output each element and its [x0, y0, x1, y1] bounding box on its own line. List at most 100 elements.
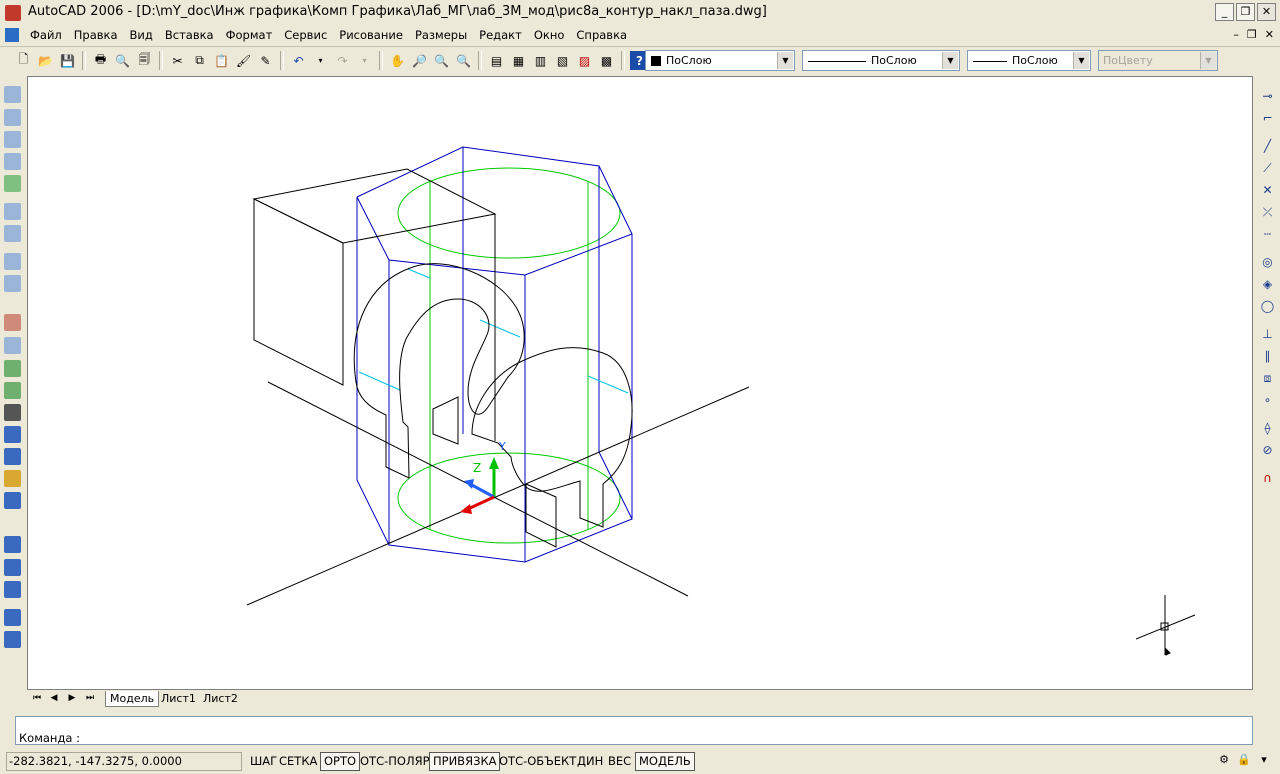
snap-perpendicular-icon[interactable]: ⊥ [1259, 326, 1276, 343]
design-center-icon[interactable]: ▦ [509, 51, 528, 70]
menu-format[interactable]: Формат [220, 27, 279, 43]
properties-icon[interactable]: ▤ [487, 51, 506, 70]
match-properties-icon[interactable]: 🖌 [234, 51, 253, 70]
drawing-area[interactable]: Z Y [27, 76, 1253, 690]
tab-layout2[interactable]: Лист2 [199, 691, 242, 706]
snap-from-icon[interactable]: ⌐ [1259, 110, 1276, 127]
minimize-button[interactable]: _ [1215, 3, 1234, 21]
baseline-dimension-icon[interactable] [4, 609, 21, 626]
redo-dropdown-icon[interactable]: ▾ [355, 51, 374, 70]
snap-nearest-icon[interactable]: ⟠ [1259, 420, 1276, 437]
save-icon[interactable]: 💾 [58, 51, 77, 70]
3d-adjust-distance-icon[interactable] [4, 426, 21, 443]
back-clip-icon[interactable] [4, 492, 21, 509]
model-space-viewport[interactable]: Z Y [28, 77, 1252, 689]
new-file-icon[interactable]: 🗋 [14, 51, 33, 70]
temporary-tracking-icon[interactable]: ⊸ [1259, 88, 1276, 105]
osnap-settings-icon[interactable]: ∩ [1259, 470, 1276, 487]
autocad-app-icon[interactable] [5, 5, 21, 21]
paste-icon[interactable]: 📋 [212, 51, 231, 70]
snap-apparent-intersection-icon[interactable]: ⤫ [1259, 204, 1276, 221]
zoom-dynamic-icon[interactable] [4, 109, 21, 126]
3d-orbit-icon[interactable] [4, 360, 21, 377]
doc-restore-button[interactable]: ❐ [1247, 28, 1257, 41]
snap-center-icon[interactable]: ◎ [1259, 254, 1276, 271]
zoom-realtime-icon[interactable]: 🔎 [410, 51, 429, 70]
snap-intersection-icon[interactable]: ✕ [1259, 182, 1276, 199]
aligned-dimension-icon[interactable] [4, 559, 21, 576]
lineweight-control-dropdown[interactable]: ПоСлою ▼ [967, 50, 1091, 71]
menu-modify[interactable]: Редакт [473, 27, 528, 43]
last-tab-button[interactable]: ⏭ [83, 692, 97, 705]
quickcalc-icon[interactable]: ▩ [597, 51, 616, 70]
undo-icon[interactable]: ↶ [289, 51, 308, 70]
chevron-down-icon[interactable]: ▼ [1073, 52, 1089, 69]
menu-edit[interactable]: Правка [68, 27, 124, 43]
3d-swivel-icon[interactable] [4, 404, 21, 421]
menu-insert[interactable]: Вставка [159, 27, 220, 43]
menu-file[interactable]: Файл [24, 27, 68, 43]
snap-none-icon[interactable]: ⊘ [1259, 442, 1276, 459]
dynamic-input-button[interactable]: ДИН [574, 752, 606, 771]
coordinate-display[interactable]: -282.3821, -147.3275, 0.0000 [6, 752, 242, 771]
snap-quadrant-icon[interactable]: ◈ [1259, 276, 1276, 293]
restore-button[interactable]: ❐ [1236, 3, 1255, 21]
snap-endpoint-icon[interactable]: ╱ [1259, 138, 1276, 155]
zoom-previous-icon[interactable]: 🔍 [454, 51, 473, 70]
object-snap-tracking-button[interactable]: ОТС-ОБЪЕКТ [496, 752, 579, 771]
3d-clip-icon[interactable] [4, 448, 21, 465]
3d-zoom-icon[interactable] [4, 337, 21, 354]
quick-dimension-icon[interactable] [4, 631, 21, 648]
ordinate-dimension-icon[interactable] [4, 581, 21, 598]
status-menu-chevron-icon[interactable]: ▾ [1256, 753, 1272, 769]
zoom-center-icon[interactable] [4, 153, 21, 170]
pan-realtime-icon[interactable]: ✋ [388, 51, 407, 70]
linear-dimension-icon[interactable] [4, 536, 21, 553]
copy-icon[interactable]: ⧉ [190, 51, 209, 70]
block-editor-icon[interactable]: ✎ [256, 51, 275, 70]
communication-center-icon[interactable]: ⚙ [1216, 753, 1232, 769]
zoom-out-icon[interactable] [4, 225, 21, 242]
snap-parallel-icon[interactable]: ∥ [1259, 348, 1276, 365]
3d-pan-icon[interactable] [4, 314, 21, 331]
zoom-all-icon[interactable] [4, 253, 21, 270]
publish-icon[interactable]: 🗐 [135, 51, 154, 70]
object-snap-button[interactable]: ПРИВЯЗКА [429, 752, 501, 771]
next-tab-button[interactable]: ▶ [65, 692, 79, 705]
print-preview-icon[interactable]: 🔍 [113, 51, 132, 70]
zoom-window-icon[interactable]: 🔍 [432, 51, 451, 70]
zoom-object-icon[interactable] [4, 175, 21, 192]
menu-draw[interactable]: Рисование [333, 27, 409, 43]
chevron-down-icon[interactable]: ▼ [942, 52, 958, 69]
snap-insert-icon[interactable]: ⧈ [1259, 370, 1276, 387]
zoom-in-icon[interactable] [4, 203, 21, 220]
grid-display-button[interactable]: СЕТКА [276, 752, 320, 771]
doc-close-button[interactable]: ✕ [1265, 28, 1274, 41]
tool-palettes-icon[interactable]: ▥ [531, 51, 550, 70]
toolbar-lock-icon[interactable]: 🔒 [1236, 753, 1252, 769]
linetype-control-dropdown[interactable]: ПоСлою ▼ [802, 50, 960, 71]
3d-continuous-orbit-icon[interactable] [4, 382, 21, 399]
cut-icon[interactable]: ✂ [168, 51, 187, 70]
tab-model[interactable]: Модель [105, 691, 160, 707]
snap-midpoint-icon[interactable]: ⟋ [1259, 160, 1276, 177]
ortho-mode-button[interactable]: ОРТО [320, 752, 361, 771]
command-line[interactable]: Команда : [15, 716, 1253, 745]
front-clip-icon[interactable] [4, 470, 21, 487]
markup-set-manager-icon[interactable]: ▨ [575, 51, 594, 70]
polar-tracking-button[interactable]: ОТС-ПОЛЯР [357, 752, 433, 771]
menu-view[interactable]: Вид [124, 27, 159, 43]
snap-tangent-icon[interactable]: ◯ [1259, 298, 1276, 315]
first-tab-button[interactable]: ⏮ [30, 692, 44, 705]
menu-tools[interactable]: Сервис [278, 27, 333, 43]
model-space-button[interactable]: МОДЕЛЬ [635, 752, 695, 771]
zoom-window-icon[interactable] [4, 86, 21, 103]
menu-dimension[interactable]: Размеры [409, 27, 473, 43]
doc-minimize-button[interactable]: – [1233, 28, 1239, 41]
snap-node-icon[interactable]: ∘ [1259, 392, 1276, 409]
sheet-set-manager-icon[interactable]: ▧ [553, 51, 572, 70]
snap-extension-icon[interactable]: ┄ [1259, 226, 1276, 243]
zoom-extents-icon[interactable] [4, 275, 21, 292]
close-button[interactable]: ✕ [1257, 3, 1276, 21]
menu-window[interactable]: Окно [528, 27, 571, 43]
